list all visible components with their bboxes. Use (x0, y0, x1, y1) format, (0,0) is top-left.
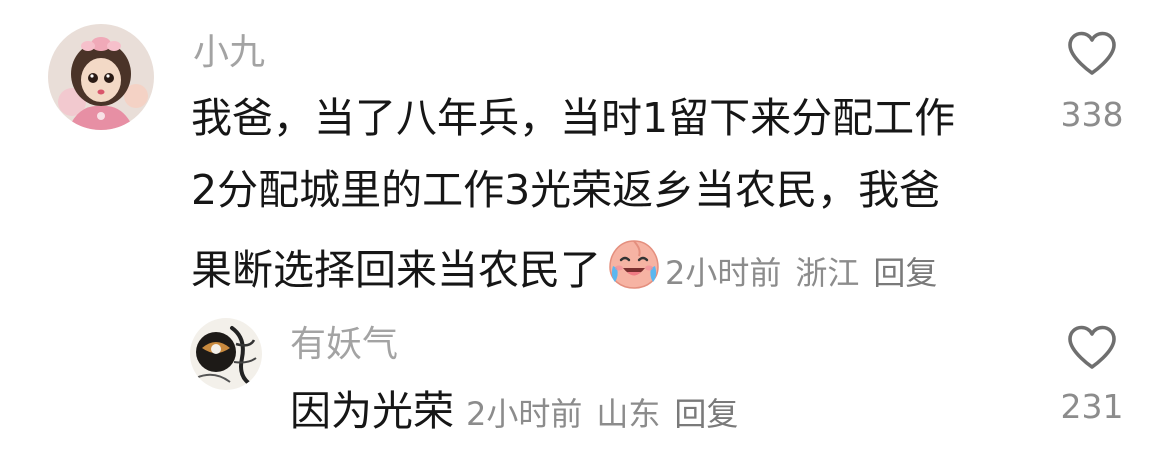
username[interactable]: 有妖气 (290, 327, 398, 363)
reply-button[interactable]: 回复 (873, 254, 937, 292)
like-count: 338 (1060, 95, 1124, 134)
doll-avatar-image (48, 24, 154, 130)
comment-time: 2小时前 (665, 254, 782, 292)
heart-outline-icon (1068, 325, 1116, 369)
comment-text-line-last: 果断选择回来当农民了 2小时前 浙江 回复 (191, 238, 955, 291)
comment-text: 我爸，当了八年兵，当时1留下来分配工作 2分配城里的工作3光荣返乡当农民，我爸 … (191, 98, 955, 291)
ink-painting-avatar-image (190, 318, 262, 390)
like-button[interactable]: 231 (1052, 324, 1132, 423)
avatar[interactable] (190, 318, 262, 390)
comment-time: 2小时前 (466, 395, 583, 433)
like-count: 231 (1060, 387, 1124, 426)
comment-text-line: 果断选择回来当农民了 (191, 246, 601, 294)
comment-text: 因为光荣 2小时前 山东 回复 (290, 391, 738, 432)
comment-location: 山东 (596, 395, 661, 433)
comment-text-line: 因为光荣 (290, 387, 454, 435)
laughing-crying-peach-face-icon (609, 240, 659, 289)
comment-location: 浙江 (795, 254, 860, 292)
avatar[interactable] (48, 24, 154, 130)
reply-comment-item: 有妖气 因为光荣 2小时前 山东 回复 231 (0, 290, 1170, 469)
comment-text-line-last: 因为光荣 2小时前 山东 回复 (290, 391, 738, 432)
comment-text-line: 2分配城里的工作3光荣返乡当农民，我爸 (191, 166, 941, 214)
comment-text-line: 我爸，当了八年兵，当时1留下来分配工作 (191, 94, 956, 142)
username[interactable]: 小九 (193, 35, 265, 71)
heart-outline-icon (1068, 31, 1116, 75)
comment-item: 小九 我爸，当了八年兵，当时1留下来分配工作 2分配城里的工作3光荣返乡当农民，… (0, 0, 1170, 291)
reply-button[interactable]: 回复 (674, 395, 738, 433)
like-button[interactable]: 338 (1052, 30, 1132, 131)
